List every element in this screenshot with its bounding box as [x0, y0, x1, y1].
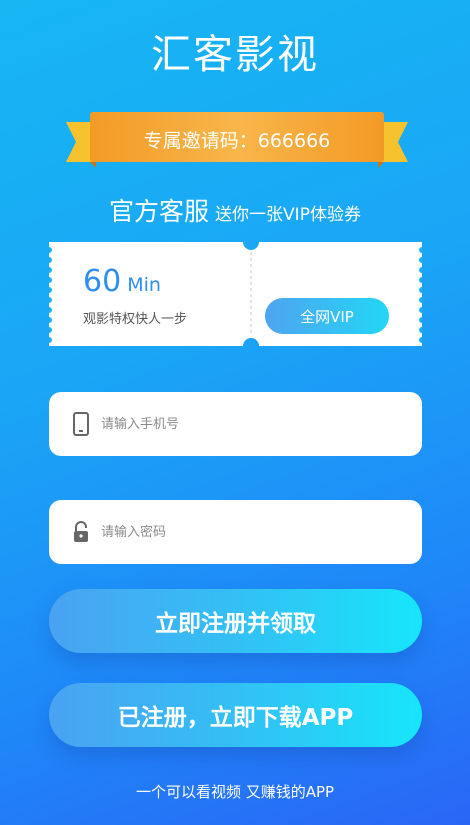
download-app-button[interactable]: 已注册，立即下载APP — [49, 683, 422, 747]
phone-input[interactable] — [99, 415, 383, 433]
vip-coupon-ticket: 60 Min 观影特权快人一步 全网VIP — [49, 238, 422, 350]
vip-button[interactable]: 全网VIP — [265, 298, 389, 334]
phone-icon — [73, 412, 89, 436]
register-button[interactable]: 立即注册并领取 — [49, 589, 422, 653]
service-heading: 官方客服 送你一张VIP体验券 — [0, 192, 470, 228]
coupon-minutes: 60 — [83, 264, 122, 299]
invite-code-ribbon: 专属邀请码：666666 — [66, 110, 408, 168]
page-title: 汇客影视 — [151, 32, 319, 78]
coupon-description: 观影特权快人一步 — [83, 312, 188, 327]
phone-field[interactable] — [49, 392, 422, 456]
coupon-unit: Min — [127, 274, 161, 296]
coupon-duration: 60 Min — [83, 264, 161, 299]
service-title: 官方客服 — [109, 197, 210, 226]
lock-icon — [74, 521, 88, 542]
password-field[interactable] — [49, 500, 422, 564]
slogan-text: 一个可以看视频 又赚钱的APP — [135, 783, 335, 801]
invite-code-text: 专属邀请码：666666 — [143, 129, 331, 152]
password-input[interactable] — [99, 523, 383, 541]
service-subtitle: 送你一张VIP体验券 — [215, 205, 361, 225]
